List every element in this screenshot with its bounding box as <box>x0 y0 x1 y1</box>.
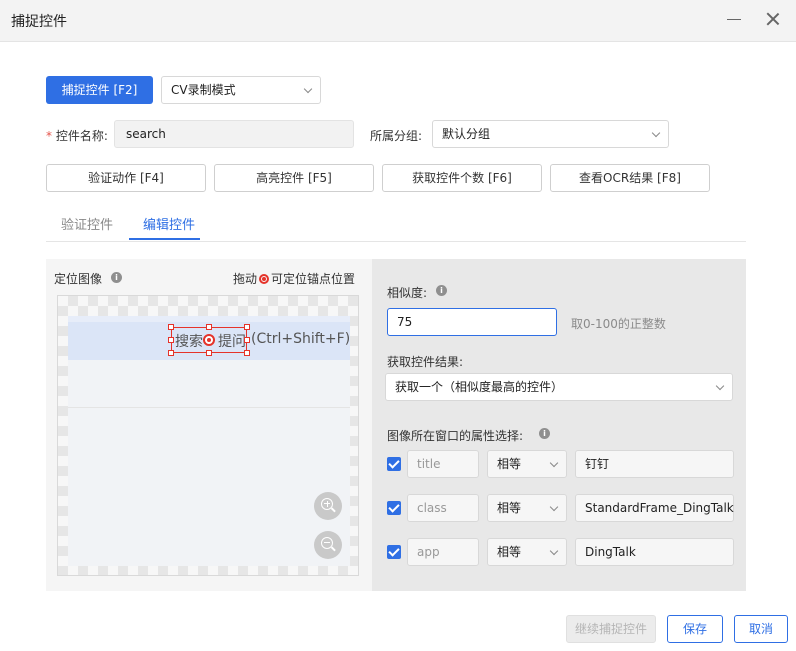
group-value: 默认分组 <box>442 127 491 141</box>
chevron-down-icon <box>549 502 559 512</box>
minimize-icon[interactable] <box>727 19 741 20</box>
attr-operator-value: 相等 <box>497 501 522 515</box>
chevron-down-icon <box>651 128 661 138</box>
attr-value-field[interactable]: StandardFrame_DingTalk <box>575 494 734 522</box>
chevron-down-icon <box>549 546 559 556</box>
chevron-down-icon <box>715 381 725 391</box>
resize-handle[interactable] <box>244 337 250 343</box>
attr-class-checkbox[interactable] <box>387 501 401 515</box>
attr-operator-value: 相等 <box>497 457 522 471</box>
zoom-out-icon[interactable] <box>314 531 342 559</box>
attr-name-field[interactable]: title <box>407 450 479 478</box>
save-button[interactable]: 保存 <box>667 615 723 643</box>
capture-mode-value: CV录制模式 <box>171 83 236 97</box>
drag-hint-prefix: 拖动 <box>233 272 258 286</box>
cancel-button[interactable]: 取消 <box>734 615 788 643</box>
attr-operator-select[interactable]: 相等 <box>487 538 567 566</box>
anchor-point-icon <box>259 274 270 284</box>
tab-verify-control[interactable]: 验证控件 <box>61 214 113 233</box>
view-ocr-button[interactable]: 查看OCR结果 [F8] <box>550 164 710 192</box>
dialog-titlebar: 捕捉控件 <box>0 0 796 42</box>
result-value: 获取一个（相似度最高的控件） <box>395 380 564 394</box>
zoom-in-icon[interactable] <box>314 492 342 520</box>
group-select[interactable]: 默认分组 <box>432 120 669 148</box>
info-icon[interactable]: i <box>436 285 447 296</box>
count-controls-button[interactable]: 获取控件个数 [F6] <box>382 164 542 192</box>
resize-handle[interactable] <box>244 350 250 356</box>
drag-hint-suffix: 可定位锚点位置 <box>271 272 356 286</box>
verify-action-button[interactable]: 验证动作 [F4] <box>46 164 206 192</box>
captured-divider <box>68 407 350 408</box>
chevron-down-icon <box>303 84 313 94</box>
close-icon[interactable] <box>764 10 782 28</box>
active-tab-indicator <box>129 238 200 240</box>
attr-operator-select[interactable]: 相等 <box>487 494 567 522</box>
attr-value-field[interactable]: DingTalk <box>575 538 734 566</box>
highlight-control-button[interactable]: 高亮控件 [F5] <box>214 164 374 192</box>
attributes-label: 图像所在窗口的属性选择: <box>387 429 524 443</box>
similarity-label: 相似度: <box>387 286 428 300</box>
captured-text-shortcut: (Ctrl+Shift+F) <box>251 331 351 347</box>
tab-divider <box>46 241 746 242</box>
continue-capture-button[interactable]: 继续捕捉控件 <box>566 615 656 643</box>
info-icon[interactable]: i <box>539 428 550 439</box>
tab-edit-control[interactable]: 编辑控件 <box>143 214 195 233</box>
resize-handle[interactable] <box>206 324 212 330</box>
attr-value-field[interactable]: 钉钉 <box>575 450 734 478</box>
attr-name-field[interactable]: class <box>407 494 479 522</box>
control-name-field[interactable]: search <box>114 120 354 148</box>
resize-handle[interactable] <box>168 337 174 343</box>
resize-handle[interactable] <box>168 350 174 356</box>
captured-image[interactable]: 搜索 提问 (Ctrl+Shift+F) <box>57 295 359 576</box>
control-name-label: * 控件名称: <box>46 127 108 144</box>
control-name-label-text: 控件名称: <box>55 129 108 143</box>
attr-operator-value: 相等 <box>497 545 522 559</box>
anchor-point[interactable] <box>203 334 215 346</box>
resize-handle[interactable] <box>206 350 212 356</box>
attr-app-checkbox[interactable] <box>387 545 401 559</box>
required-mark: * <box>46 129 52 143</box>
drag-hint: 拖动 可定位锚点位置 <box>233 270 355 287</box>
resize-handle[interactable] <box>244 324 250 330</box>
similarity-hint: 取0-100的正整数 <box>571 317 666 331</box>
resize-handle[interactable] <box>168 324 174 330</box>
group-label: 所属分组: <box>370 129 423 143</box>
image-panel-title: 定位图像 <box>54 272 103 286</box>
result-label: 获取控件结果: <box>387 355 464 369</box>
capture-control-button[interactable]: 捕捉控件 [F2] <box>46 76 153 104</box>
result-select[interactable]: 获取一个（相似度最高的控件） <box>385 373 733 401</box>
info-icon[interactable]: i <box>111 272 122 283</box>
dialog-title: 捕捉控件 <box>11 14 67 30</box>
attr-title-checkbox[interactable] <box>387 457 401 471</box>
attr-name-field[interactable]: app <box>407 538 479 566</box>
attr-operator-select[interactable]: 相等 <box>487 450 567 478</box>
capture-mode-select[interactable]: CV录制模式 <box>161 76 321 104</box>
similarity-field[interactable]: 75 <box>387 308 557 336</box>
chevron-down-icon <box>549 458 559 468</box>
